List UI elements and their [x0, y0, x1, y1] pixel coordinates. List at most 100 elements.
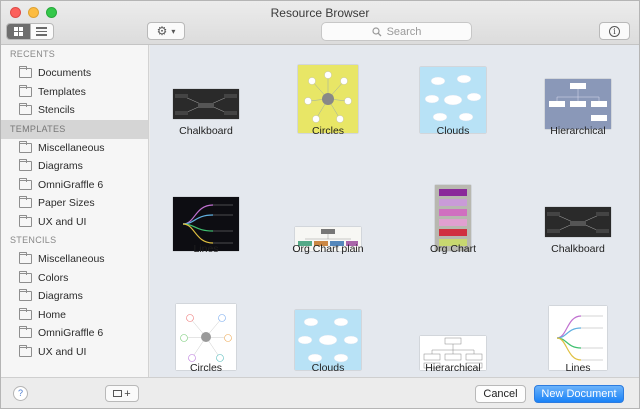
- folder-icon: [19, 270, 32, 283]
- sidebar-item-recents-stencils[interactable]: Stencils: [1, 101, 148, 120]
- resource-browser-window: Resource Browser ⚙ ▾ Search i RECENTS Do…: [0, 0, 640, 409]
- list-icon: [36, 27, 48, 36]
- template-item-hierarchical[interactable]: Hierarchical: [518, 45, 638, 155]
- folder-icon: [19, 177, 32, 190]
- sidebar-item-label: Miscellaneous: [38, 253, 105, 266]
- template-thumbnail: [173, 89, 239, 119]
- folder-icon: [19, 344, 32, 357]
- grid-icon: [13, 27, 23, 36]
- folder-icon: [19, 326, 32, 339]
- cancel-button[interactable]: Cancel: [475, 385, 526, 403]
- search-placeholder: Search: [386, 25, 422, 38]
- template-item-chalkboard[interactable]: Chalkboard: [146, 45, 266, 155]
- folder-icon: [19, 196, 32, 209]
- template-item-org-chart[interactable]: Org Chart: [393, 163, 513, 273]
- folder-icon: [19, 103, 32, 116]
- template-thumbnail: [420, 67, 486, 133]
- template-thumbnail: [176, 304, 236, 370]
- sidebar-item-stencils-omnigraffle-6[interactable]: OmniGraffle 6: [1, 324, 148, 343]
- sidebar-heading-recents: RECENTS: [10, 49, 56, 59]
- chevron-down-icon: ▾: [171, 26, 176, 36]
- sidebar-item-templates-miscellaneous[interactable]: Miscellaneous: [1, 139, 148, 158]
- sidebar-item-label: Diagrams: [38, 160, 83, 173]
- sidebar-item-templates-diagrams[interactable]: Diagrams: [1, 157, 148, 176]
- folder-icon: [19, 214, 32, 227]
- sidebar-item-label: Miscellaneous: [38, 141, 105, 154]
- gear-icon: ⚙: [156, 24, 168, 38]
- sidebar-item-label: Diagrams: [38, 290, 83, 303]
- sidebar-item-label: UX and UI: [38, 345, 87, 358]
- sidebar-item-templates-ux-and-ui[interactable]: UX and UI: [1, 213, 148, 232]
- template-label: Lines: [565, 362, 591, 374]
- sidebar-item-stencils-home[interactable]: Home: [1, 306, 148, 325]
- template-label: Lines: [193, 243, 219, 255]
- folder-icon: [19, 289, 32, 302]
- sidebar-item-stencils-miscellaneous[interactable]: Miscellaneous: [1, 250, 148, 269]
- sidebar-item-stencils-diagrams[interactable]: Diagrams: [1, 287, 148, 306]
- template-thumbnail: [545, 79, 611, 129]
- sidebar-item-label: Templates: [38, 85, 86, 98]
- search-icon: [371, 26, 382, 36]
- template-label: Chalkboard: [551, 243, 605, 255]
- template-item-hierarchical-2[interactable]: Hierarchical: [393, 282, 513, 392]
- sidebar-item-recents-templates[interactable]: Templates: [1, 83, 148, 102]
- view-mode-switch: [6, 23, 54, 40]
- folder-icon: [19, 140, 32, 153]
- template-label: Circles: [311, 125, 345, 137]
- template-label: Org Chart plain: [292, 243, 364, 255]
- info-button[interactable]: i: [599, 22, 630, 40]
- template-item-lines[interactable]: Lines: [146, 163, 266, 273]
- sidebar-item-label: OmniGraffle 6: [38, 327, 104, 340]
- template-label: Hierarchical: [550, 125, 606, 137]
- template-item-clouds[interactable]: Clouds: [393, 45, 513, 155]
- footer-bar: ? + Cancel New Document: [1, 377, 639, 408]
- template-item-lines-2[interactable]: Lines: [518, 282, 638, 392]
- grid-view-button[interactable]: [7, 24, 30, 39]
- folder-icon: [19, 84, 32, 97]
- template-item-chalkboard-2[interactable]: Chalkboard: [518, 163, 638, 273]
- folder-icon: [19, 252, 32, 265]
- sidebar-item-label: Colors: [38, 271, 69, 284]
- template-label: Circles: [189, 362, 223, 374]
- toolbar: Resource Browser ⚙ ▾ Search i: [1, 1, 639, 45]
- template-item-circles-2[interactable]: Circles: [146, 282, 266, 392]
- new-document-button[interactable]: New Document: [534, 385, 624, 403]
- template-thumbnail: [298, 65, 358, 133]
- sidebar-item-label: Paper Sizes: [38, 197, 95, 210]
- sidebar-item-templates-omnigraffle-6[interactable]: OmniGraffle 6: [1, 176, 148, 195]
- folder-icon: [19, 66, 32, 79]
- template-label: Hierarchical: [425, 362, 481, 374]
- template-label: Clouds: [311, 362, 345, 374]
- template-thumbnail: [549, 306, 607, 370]
- template-grid: Chalkboard Circles Clouds Hierarchical L…: [150, 45, 639, 377]
- sidebar-item-stencils-colors[interactable]: Colors: [1, 269, 148, 288]
- sidebar-item-label: Documents: [38, 67, 92, 80]
- template-label: Clouds: [436, 125, 470, 137]
- action-menu-button[interactable]: ⚙ ▾: [147, 22, 185, 40]
- help-button[interactable]: ?: [13, 386, 28, 401]
- list-view-button[interactable]: [29, 24, 54, 39]
- window-title: Resource Browser: [270, 6, 370, 20]
- sidebar-item-templates-paper-sizes[interactable]: Paper Sizes: [1, 194, 148, 213]
- sidebar: RECENTS Documents Templates Stencils TEM…: [1, 45, 149, 377]
- info-icon: i: [609, 25, 620, 37]
- template-label: Chalkboard: [179, 125, 233, 137]
- sidebar-heading-templates[interactable]: TEMPLATES: [1, 119, 148, 139]
- add-folder-button[interactable]: +: [105, 385, 139, 402]
- sidebar-item-label: Stencils: [38, 104, 75, 117]
- sidebar-item-recents-documents[interactable]: Documents: [1, 64, 148, 83]
- sidebar-item-label: OmniGraffle 6: [38, 178, 104, 191]
- template-item-org-chart-plain[interactable]: Org Chart plain: [268, 163, 388, 273]
- plus-icon: +: [124, 387, 131, 400]
- folder-icon: [19, 307, 32, 320]
- template-item-circles[interactable]: Circles: [268, 45, 388, 155]
- template-thumbnail: [435, 185, 471, 251]
- template-thumbnail: [545, 207, 611, 237]
- folder-icon: [113, 390, 123, 397]
- sidebar-item-stencils-ux-and-ui[interactable]: UX and UI: [1, 343, 148, 362]
- template-label: Org Chart: [429, 243, 477, 255]
- search-field[interactable]: Search: [321, 22, 472, 41]
- sidebar-heading-stencils: STENCILS: [10, 235, 57, 245]
- template-item-clouds-2[interactable]: Clouds: [268, 282, 388, 392]
- template-thumbnail: [295, 310, 361, 370]
